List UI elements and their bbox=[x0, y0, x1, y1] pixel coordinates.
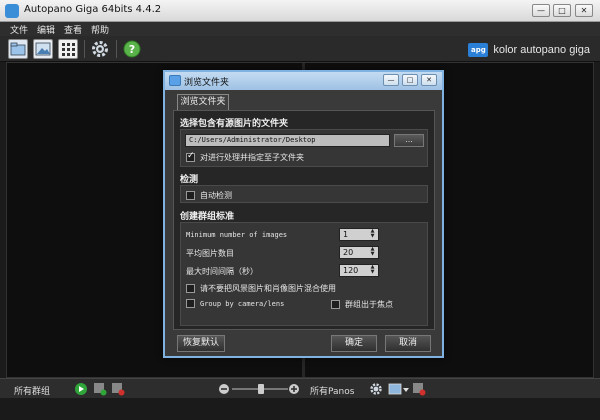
section-detect-box: 自动检测 bbox=[180, 185, 428, 203]
status-bar bbox=[0, 398, 600, 420]
menu-help[interactable]: 帮助 bbox=[91, 23, 109, 36]
avg-images-value: 20 bbox=[343, 248, 354, 257]
browse-folder-dialog: 浏览文件夹 — □ ✕ 浏览文件夹 选择包含有源图片的文件夹 C:/Users/… bbox=[163, 70, 444, 358]
toolbar: ? apg kolor autopano giga bbox=[0, 36, 600, 62]
detect-grid-icon[interactable] bbox=[58, 39, 78, 59]
delete-pano-icon[interactable] bbox=[412, 382, 426, 396]
zoom-in-icon[interactable] bbox=[288, 382, 300, 396]
dialog-panel: 选择包含有源图片的文件夹 C:/Users/Administrator/Desk… bbox=[173, 110, 435, 330]
spin-arrows-icon[interactable]: ▲ ▼ bbox=[368, 265, 377, 276]
zoom-slider-handle[interactable] bbox=[258, 384, 264, 394]
play-icon[interactable] bbox=[74, 382, 88, 396]
dialog-title: 浏览文件夹 bbox=[184, 78, 230, 88]
menubar: 文件 编辑 查看 帮助 bbox=[0, 22, 600, 36]
focus-group-checkbox[interactable] bbox=[331, 300, 340, 309]
group-camera-label: Group by camera/lens bbox=[200, 299, 285, 308]
menu-edit[interactable]: 编辑 bbox=[37, 23, 55, 36]
param-avg-images-label: 平均图片数目 bbox=[186, 249, 234, 258]
browse-button[interactable]: ... bbox=[394, 134, 424, 147]
gear-icon[interactable] bbox=[90, 39, 110, 59]
auto-detect-option[interactable]: 自动检测 bbox=[186, 190, 232, 201]
param-avg-images: 平均图片数目 20 ▲ ▼ bbox=[186, 246, 424, 260]
settings-gear-icon[interactable] bbox=[369, 382, 383, 396]
brand-logo: apg bbox=[468, 43, 489, 57]
group-camera-option[interactable]: Group by camera/lens bbox=[186, 299, 284, 308]
menu-view[interactable]: 查看 bbox=[64, 23, 82, 36]
ok-button[interactable]: 确定 bbox=[331, 335, 377, 352]
max-interval-value: 120 bbox=[343, 266, 359, 275]
group-camera-checkbox[interactable] bbox=[186, 299, 195, 308]
import-images-icon[interactable] bbox=[33, 39, 53, 59]
section-group-box: Minimum number of images 1 ▲ ▼ 平均图片数目 20 … bbox=[180, 222, 428, 326]
brand: apg kolor autopano giga bbox=[468, 42, 590, 58]
maximize-button[interactable]: □ bbox=[553, 4, 571, 17]
param-min-images-label: Minimum number of images bbox=[186, 231, 288, 239]
window-titlebar: Autopano Giga 64bits 4.4.2 — □ ✕ bbox=[0, 0, 600, 22]
cancel-button[interactable]: 取消 bbox=[385, 335, 431, 352]
svg-text:?: ? bbox=[129, 43, 135, 56]
min-images-spinbox[interactable]: 1 ▲ ▼ bbox=[339, 228, 379, 241]
auto-detect-checkbox[interactable] bbox=[186, 191, 195, 200]
min-images-value: 1 bbox=[343, 230, 349, 239]
focus-group-label: 群组出于焦点 bbox=[345, 300, 393, 309]
toolbar-separator bbox=[116, 40, 117, 58]
help-icon[interactable]: ? bbox=[122, 39, 142, 59]
no-mix-checkbox[interactable] bbox=[186, 284, 195, 293]
dialog-maximize-button[interactable]: □ bbox=[402, 74, 418, 86]
focus-group-option[interactable]: 群组出于焦点 bbox=[331, 299, 393, 310]
zoom-out-icon[interactable] bbox=[218, 382, 230, 396]
section-group-title: 创建群组标准 bbox=[180, 212, 235, 222]
subfolders-option[interactable]: 对进行处理并指定至子文件夹 bbox=[186, 151, 304, 163]
bottom-bar: 所有群组 所有Panos bbox=[0, 378, 600, 398]
section-detect-title: 检测 bbox=[180, 175, 199, 185]
param-max-interval-label: 最大时间间隔（秒） bbox=[186, 267, 258, 276]
brand-text: kolor autopano giga bbox=[493, 44, 590, 56]
subfolders-checkbox[interactable] bbox=[186, 151, 195, 162]
all-groups-label: 所有群组 bbox=[14, 387, 51, 397]
param-max-interval: 最大时间间隔（秒） 120 ▲ ▼ bbox=[186, 264, 424, 278]
dialog-close-button[interactable]: ✕ bbox=[421, 74, 437, 86]
add-group-icon[interactable] bbox=[93, 382, 107, 396]
dialog-minimize-button[interactable]: — bbox=[383, 74, 399, 86]
folder-path-input[interactable]: C:/Users/Administrator/Desktop bbox=[185, 134, 390, 147]
no-mix-label: 请不要把风景图片和肖像图片混合使用 bbox=[200, 284, 336, 293]
subfolders-label: 对进行处理并指定至子文件夹 bbox=[200, 153, 304, 162]
spin-arrows-icon[interactable]: ▲ ▼ bbox=[368, 247, 377, 258]
menu-file[interactable]: 文件 bbox=[10, 23, 28, 36]
param-min-images: Minimum number of images 1 ▲ ▼ bbox=[186, 228, 424, 242]
close-button[interactable]: ✕ bbox=[575, 4, 593, 17]
section-folder-box: C:/Users/Administrator/Desktop ... 对进行处理… bbox=[180, 129, 428, 167]
minimize-button[interactable]: — bbox=[532, 4, 550, 17]
reset-defaults-button[interactable]: 恢复默认 bbox=[177, 335, 225, 352]
window-title: Autopano Giga 64bits 4.4.2 bbox=[24, 4, 162, 15]
open-folder-icon[interactable] bbox=[8, 39, 28, 59]
spin-arrows-icon[interactable]: ▲ ▼ bbox=[368, 229, 377, 240]
all-panos-label: 所有Panos bbox=[310, 387, 355, 397]
toolbar-separator bbox=[84, 40, 85, 58]
render-dropdown-icon[interactable] bbox=[388, 382, 410, 396]
avg-images-spinbox[interactable]: 20 ▲ ▼ bbox=[339, 246, 379, 259]
dialog-titlebar: 浏览文件夹 — □ ✕ bbox=[165, 72, 442, 90]
tab-browse-folder[interactable]: 浏览文件夹 bbox=[177, 94, 229, 110]
no-mix-option[interactable]: 请不要把风景图片和肖像图片混合使用 bbox=[186, 283, 336, 294]
app-icon bbox=[5, 4, 19, 18]
section-folder-title: 选择包含有源图片的文件夹 bbox=[180, 119, 289, 129]
dialog-folder-icon bbox=[169, 75, 181, 86]
auto-detect-label: 自动检测 bbox=[200, 191, 232, 200]
delete-group-icon[interactable] bbox=[111, 382, 125, 396]
max-interval-spinbox[interactable]: 120 ▲ ▼ bbox=[339, 264, 379, 277]
